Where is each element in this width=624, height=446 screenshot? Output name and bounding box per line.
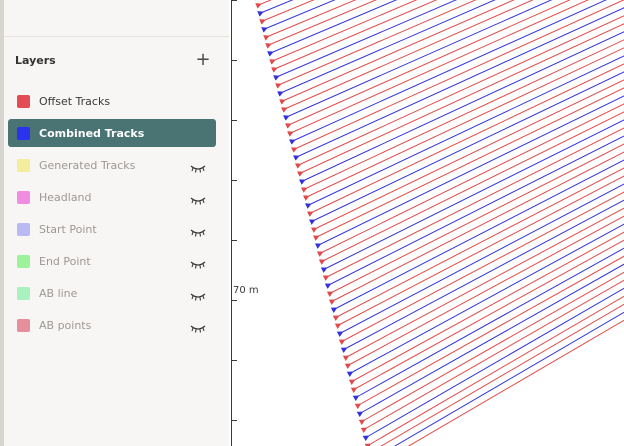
tracks-svg <box>253 0 624 446</box>
layer-color-swatch[interactable] <box>17 94 30 108</box>
combined-track-line <box>273 0 458 81</box>
ruler-line <box>231 0 232 446</box>
layer-label: Combined Tracks <box>39 126 145 140</box>
combined-track-line <box>289 0 608 145</box>
offset-track-line <box>259 0 315 25</box>
layer-label: AB points <box>39 318 92 332</box>
offset-track-line <box>255 0 273 9</box>
plus-icon: + <box>195 49 211 70</box>
layer-color-swatch[interactable] <box>17 318 30 332</box>
layer-color-swatch[interactable] <box>17 222 30 236</box>
eye-closed-icon[interactable] <box>190 319 206 333</box>
layer-item-ab-line[interactable]: AB line <box>8 279 216 307</box>
sidebar-divider <box>4 36 229 37</box>
combined-track-line <box>362 287 624 442</box>
layers-sidebar: Layers + Offset Tracks Combined Tracks Gen… <box>0 0 229 446</box>
layer-item-ab-points[interactable]: AB points <box>8 311 216 339</box>
layer-label: Headland <box>39 190 92 204</box>
layer-label: End Point <box>39 254 91 268</box>
offset-track-line <box>407 319 624 446</box>
combined-track-line <box>257 0 294 17</box>
eye-closed-icon[interactable] <box>190 223 206 237</box>
eye-closed-icon[interactable] <box>190 159 206 173</box>
offset-track-line <box>360 279 624 434</box>
offset-track-line <box>269 0 418 65</box>
offset-track-line <box>364 295 624 446</box>
layers-title: Layers <box>15 53 56 67</box>
app-window: Layers + Offset Tracks Combined Tracks Gen… <box>0 0 624 446</box>
layer-item-end-point[interactable]: End Point <box>8 247 216 275</box>
layer-label: Generated Tracks <box>39 158 136 172</box>
combined-track-line <box>283 0 553 121</box>
eye-closed-icon[interactable] <box>190 287 206 301</box>
offset-track-line <box>291 0 624 153</box>
map-canvas[interactable] <box>233 0 624 446</box>
layer-color-swatch[interactable] <box>17 254 30 268</box>
layer-label: AB line <box>39 286 78 300</box>
layer-color-swatch[interactable] <box>17 126 30 140</box>
layer-list: Offset Tracks Combined Tracks Generated Tr… <box>8 87 216 343</box>
offset-track-line <box>358 271 624 426</box>
eye-closed-icon[interactable] <box>190 191 206 205</box>
layer-item-combined-tracks[interactable]: Combined Tracks <box>8 119 216 147</box>
layer-item-offset-tracks[interactable]: Offset Tracks <box>8 87 216 115</box>
layer-item-headland[interactable]: Headland <box>8 183 216 211</box>
track-lines <box>253 0 624 446</box>
layer-color-swatch[interactable] <box>17 286 30 300</box>
add-layer-button[interactable]: + <box>193 50 213 70</box>
layer-item-start-point[interactable]: Start Point <box>8 215 216 243</box>
layer-label: Offset Tracks <box>39 94 111 108</box>
offset-track-line <box>285 0 571 129</box>
layer-item-generated-tracks[interactable]: Generated Tracks <box>8 151 216 179</box>
combined-track-line <box>356 263 624 418</box>
offset-track-line <box>275 0 477 89</box>
layer-color-swatch[interactable] <box>17 158 30 172</box>
eye-closed-icon[interactable] <box>190 255 206 269</box>
layers-header: Layers + <box>15 48 213 72</box>
layer-color-swatch[interactable] <box>17 190 30 204</box>
layer-label: Start Point <box>39 222 97 236</box>
